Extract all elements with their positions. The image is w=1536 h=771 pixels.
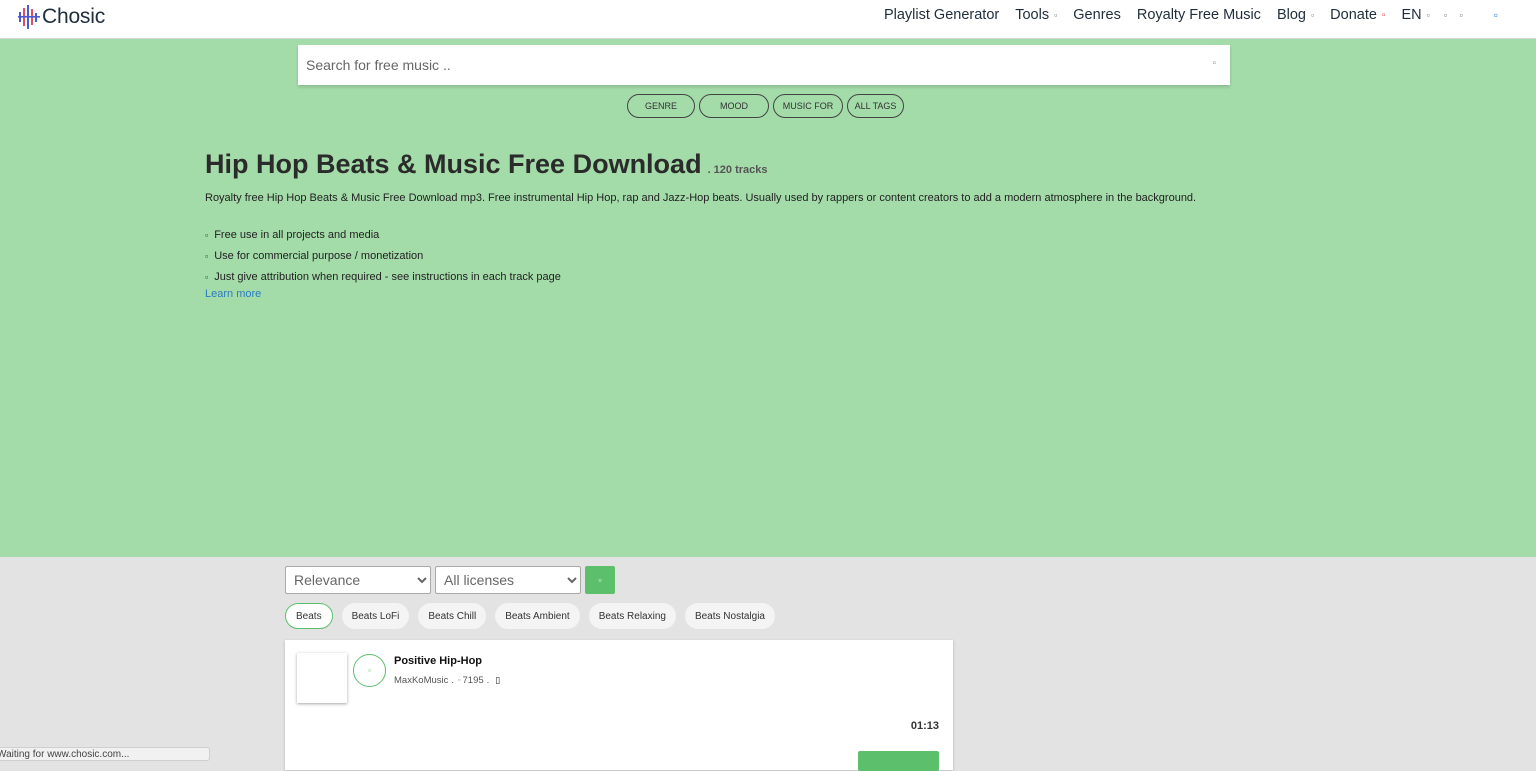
dropdown-icon: ▫ <box>1310 10 1315 20</box>
feature-item: ▫ Just give attribution when required - … <box>205 266 561 287</box>
nav-label: Tools <box>1015 7 1050 23</box>
nav-playlist-generator[interactable]: Playlist Generator <box>884 7 999 23</box>
tag-pills: GENRE MOOD MUSIC FOR ALL TAGS <box>627 94 908 118</box>
track-meta: MaxKoMusic . ▫ 7195 . ▯ <box>394 675 500 686</box>
play-icon: ▫ <box>368 666 371 675</box>
filter-icon: ▫ <box>598 575 602 585</box>
track-title[interactable]: Positive Hip-Hop <box>394 655 482 667</box>
page-title: Hip Hop Beats & Music Free Download <box>205 149 702 179</box>
main-nav: Playlist Generator Tools ▫ Genres Royalt… <box>884 7 1498 23</box>
chip-beats-chill[interactable]: Beats Chill <box>418 603 487 629</box>
heart-icon: ▫ <box>1381 9 1386 21</box>
chip-beats-relaxing[interactable]: Beats Relaxing <box>588 603 676 629</box>
pill-all-tags[interactable]: ALL TAGS <box>847 94 904 118</box>
learn-more-link[interactable]: Learn more <box>205 288 261 300</box>
download-button[interactable] <box>858 751 939 771</box>
play-button[interactable]: ▫ <box>353 654 386 687</box>
browser-status-bar: Waiting for www.chosic.com... <box>0 747 210 761</box>
license-select[interactable]: All licenses <box>435 566 581 594</box>
nav-tools[interactable]: Tools ▫ <box>1015 7 1057 23</box>
sort-select[interactable]: Relevance <box>285 566 431 594</box>
pill-genre[interactable]: GENRE <box>627 94 695 118</box>
pill-music-for[interactable]: MUSIC FOR <box>773 94 843 118</box>
track-count: . 120 tracks <box>707 164 768 176</box>
chip-beats-lofi[interactable]: Beats LoFi <box>341 603 410 629</box>
chip-beats-ambient[interactable]: Beats Ambient <box>495 603 580 629</box>
nav-label: Genres <box>1073 7 1121 23</box>
like-count: 7195 <box>462 675 484 686</box>
feature-item: ▫ Use for commercial purpose / monetizat… <box>205 245 561 266</box>
user-menu-icon[interactable]: ▫ ▫ <box>1444 10 1468 20</box>
feature-text: Free use in all projects and media <box>214 228 380 241</box>
track-card: ▫ Positive Hip-Hop MaxKoMusic . ▫ 7195 .… <box>285 640 953 771</box>
nav-language[interactable]: EN ▫ <box>1401 7 1429 23</box>
track-artist[interactable]: MaxKoMusic <box>394 675 448 686</box>
nav-label: Donate <box>1330 7 1377 23</box>
check-icon: ▫ <box>205 250 209 261</box>
chip-beats-nostalgia[interactable]: Beats Nostalgia <box>684 603 775 629</box>
logo[interactable]: Chosic <box>18 3 105 31</box>
meta-separator: . <box>451 675 455 686</box>
subgenre-chips: Beats Beats LoFi Beats Chill Beats Ambie… <box>285 603 784 629</box>
filter-controls: Relevance All licenses ▫ <box>285 566 615 594</box>
pill-mood[interactable]: MOOD <box>699 94 769 118</box>
site-header: Chosic Playlist Generator Tools ▫ Genres… <box>0 0 1536 39</box>
theme-toggle-icon[interactable]: ▫ <box>1494 8 1498 22</box>
nav-blog[interactable]: Blog ▫ <box>1277 7 1314 23</box>
logo-waveform-icon <box>18 5 40 29</box>
filter-button[interactable]: ▫ <box>585 566 615 594</box>
hero-section: ▫ GENRE MOOD MUSIC FOR ALL TAGS Hip Hop … <box>0 39 1536 557</box>
chip-beats[interactable]: Beats <box>285 603 333 629</box>
nav-label: Royalty Free Music <box>1136 7 1261 23</box>
page-title-row: Hip Hop Beats & Music Free Download . 12… <box>205 149 768 180</box>
track-thumbnail[interactable] <box>297 653 347 703</box>
nav-label: EN <box>1401 7 1422 23</box>
feature-text: Use for commercial purpose / monetizatio… <box>214 249 424 262</box>
nav-label: Blog <box>1276 7 1306 23</box>
nav-royalty-free-music[interactable]: Royalty Free Music <box>1137 7 1261 23</box>
feature-item: ▫ Free use in all projects and media <box>205 224 561 245</box>
dropdown-icon: ▫ <box>1054 10 1058 20</box>
logo-text: Chosic <box>42 5 105 28</box>
nav-genres[interactable]: Genres <box>1073 7 1121 23</box>
search-icon[interactable]: ▫ <box>1212 58 1216 69</box>
check-icon: ▫ <box>205 229 209 240</box>
nav-donate[interactable]: Donate ▫ <box>1330 7 1385 23</box>
track-duration: 01:13 <box>910 720 939 732</box>
like-icon[interactable]: ▫ <box>458 677 460 684</box>
download-icon[interactable]: ▯ <box>495 675 500 686</box>
check-icon: ▫ <box>205 271 209 282</box>
dropdown-icon: ▫ <box>1426 10 1430 20</box>
feature-text: Just give attribution when required - se… <box>214 270 561 283</box>
meta-separator: . <box>486 675 490 686</box>
search-input[interactable] <box>298 45 1186 85</box>
search-bar: ▫ <box>298 45 1230 85</box>
feature-list: ▫ Free use in all projects and media ▫ U… <box>205 224 561 287</box>
nav-label: Playlist Generator <box>883 7 1000 23</box>
page-description: Royalty free Hip Hop Beats & Music Free … <box>205 192 1197 204</box>
